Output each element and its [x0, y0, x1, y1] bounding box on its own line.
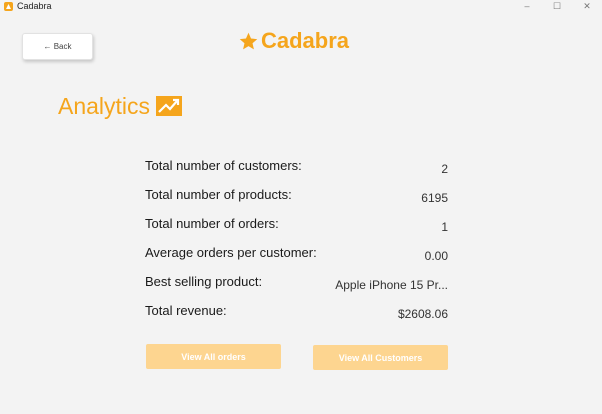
view-all-customers-button[interactable]: View All Customers — [313, 345, 448, 370]
close-button[interactable]: ✕ — [572, 0, 602, 14]
stat-value-customers: 2 — [441, 162, 448, 176]
stat-label-orders: Total number of orders: — [145, 216, 279, 231]
stat-value-best-product: Apple iPhone 15 Pr... — [335, 278, 448, 292]
stat-label-customers: Total number of customers: — [145, 158, 302, 173]
trending-chart-icon — [156, 96, 183, 116]
star-icon — [239, 32, 258, 49]
back-button-label: ← Back — [43, 42, 72, 51]
stat-value-avg-orders: 0.00 — [424, 249, 448, 263]
app-logo: Cadabra — [238, 28, 349, 54]
stat-value-orders: 1 — [441, 220, 448, 234]
stat-label-avg-orders: Average orders per customer: — [145, 245, 317, 260]
page-title-text: Analytics — [58, 92, 151, 119]
page-title: Analytics — [58, 90, 183, 122]
back-button[interactable]: ← Back — [22, 33, 93, 60]
window-titlebar: Cadabra – ☐ ✕ — [0, 0, 602, 14]
stat-value-products: 6195 — [421, 191, 448, 205]
maximize-button[interactable]: ☐ — [542, 0, 572, 14]
stat-label-revenue: Total revenue: — [145, 303, 227, 318]
app-icon — [4, 2, 13, 11]
window-title: Cadabra — [17, 1, 52, 11]
stat-value-revenue: $2608.06 — [397, 307, 448, 321]
stat-label-products: Total number of products: — [145, 187, 292, 202]
minimize-button[interactable]: – — [512, 0, 542, 14]
logo-text: Cadabra — [261, 28, 350, 53]
stat-label-best-product: Best selling product: — [145, 274, 263, 289]
view-all-orders-button[interactable]: View All orders — [146, 344, 281, 369]
